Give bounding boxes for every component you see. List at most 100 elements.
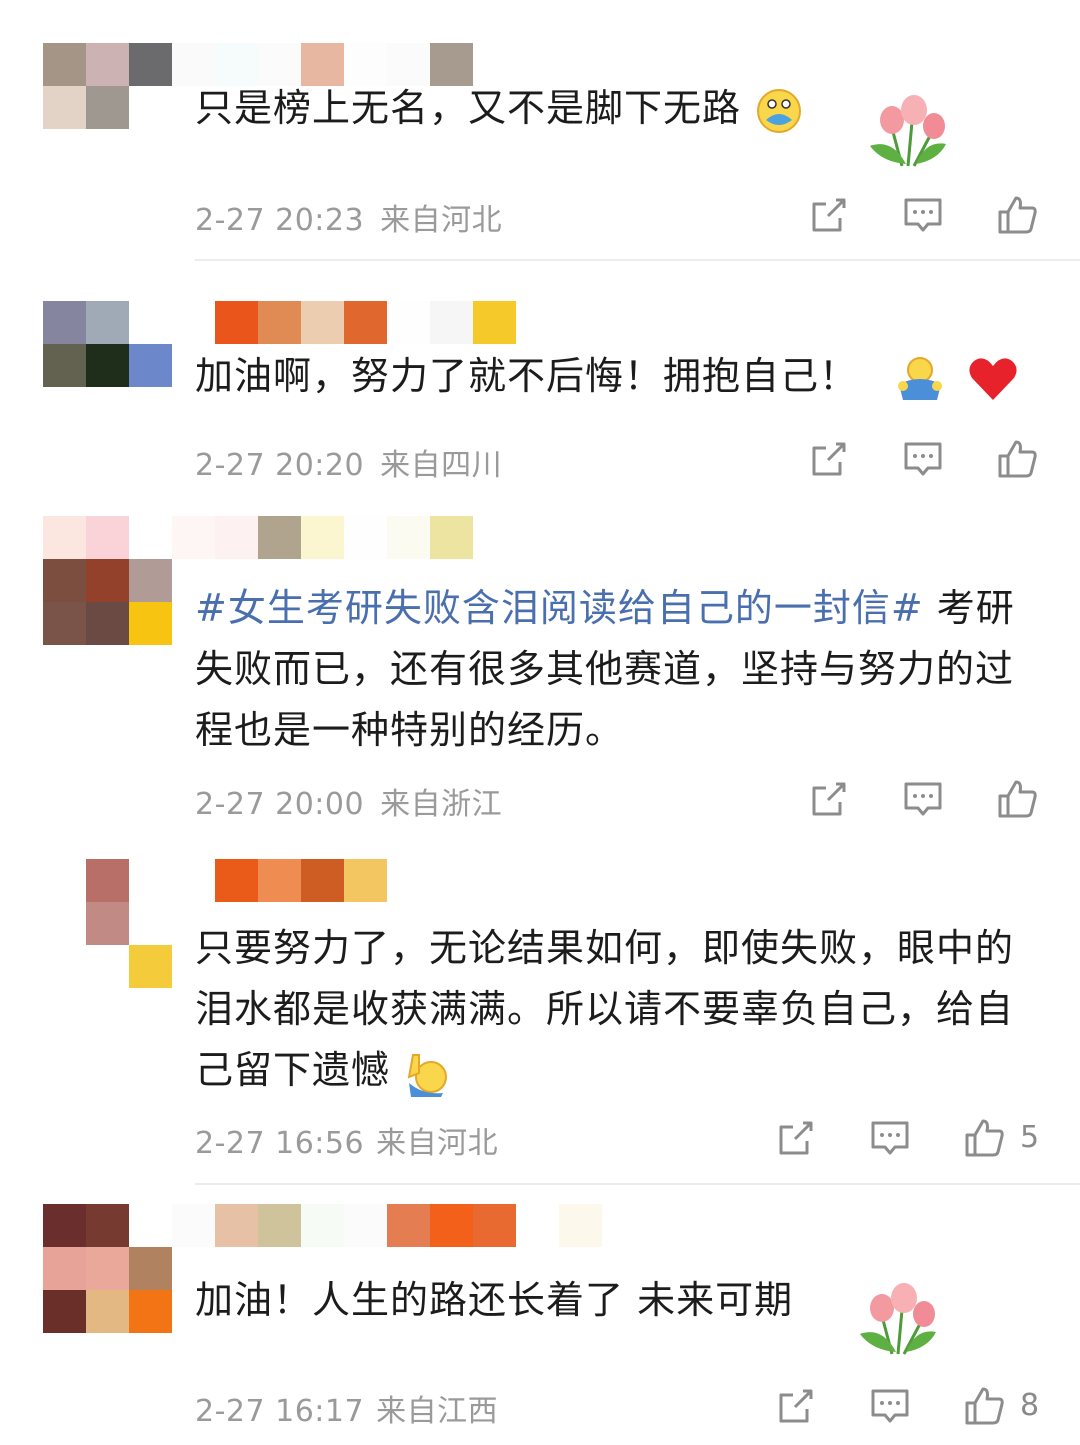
avatar-pixel	[86, 1247, 129, 1290]
comment-location: 来自四川	[380, 448, 503, 483]
share-icon[interactable]	[773, 1383, 819, 1429]
avatar[interactable]	[43, 43, 172, 172]
like-icon[interactable]	[961, 1115, 1007, 1161]
avatar-pixel	[129, 902, 172, 945]
avatar-pixel	[86, 344, 129, 387]
username-pixel	[387, 1204, 430, 1247]
username-mosaic[interactable]	[172, 516, 473, 559]
share-icon[interactable]	[773, 1115, 819, 1161]
share-icon[interactable]	[806, 776, 852, 822]
username-pixel	[473, 301, 516, 344]
comment-location: 来自河北	[376, 1126, 499, 1161]
avatar-pixel	[129, 387, 172, 430]
avatar-pixel	[43, 1204, 86, 1247]
username-pixel	[172, 516, 215, 559]
avatar-pixel	[129, 43, 172, 86]
avatar[interactable]	[43, 516, 172, 645]
avatar-pixel	[129, 1247, 172, 1290]
avatar-pixel	[43, 301, 86, 344]
avatar[interactable]	[43, 1204, 172, 1333]
like-icon[interactable]	[961, 1383, 1007, 1429]
avatar-pixel	[86, 86, 129, 129]
hashtag-link[interactable]: #女生考研失败含泪阅读给自己的一封信#	[195, 586, 924, 630]
avatar-pixel	[129, 129, 172, 172]
username-pixel	[215, 1204, 258, 1247]
avatar-pixel	[129, 1204, 172, 1247]
username-pixel	[559, 1204, 602, 1247]
comment-location: 来自浙江	[380, 787, 503, 822]
avatar-pixel	[43, 945, 86, 988]
avatar-pixel	[43, 1247, 86, 1290]
avatar-pixel	[86, 559, 129, 602]
username-pixel	[258, 1204, 301, 1247]
like-icon[interactable]	[994, 192, 1040, 238]
avatar-pixel	[43, 1290, 86, 1333]
username-pixel	[430, 516, 473, 559]
comment-actions	[806, 436, 1046, 486]
avatar-pixel	[86, 1290, 129, 1333]
comment-icon[interactable]	[867, 1383, 913, 1429]
comment-icon[interactable]	[900, 192, 946, 238]
comment-actions: 5	[773, 1115, 1043, 1165]
avatar-pixel	[86, 301, 129, 344]
username-pixel	[301, 1204, 344, 1247]
username-pixel	[215, 516, 258, 559]
avatar[interactable]	[43, 301, 172, 430]
avatar-pixel	[86, 902, 129, 945]
like-icon[interactable]	[994, 776, 1040, 822]
username-pixel	[387, 301, 430, 344]
comment-icon[interactable]	[867, 1115, 913, 1161]
username-pixel	[344, 1204, 387, 1247]
username-pixel	[215, 859, 258, 902]
avatar-pixel	[129, 602, 172, 645]
username-pixel	[301, 301, 344, 344]
like-icon[interactable]	[994, 436, 1040, 482]
comment-meta: 2-27 20:00 来自浙江	[195, 779, 502, 823]
username-pixel	[473, 1204, 516, 1247]
share-icon[interactable]	[806, 436, 852, 482]
username-pixel	[430, 1204, 473, 1247]
share-icon[interactable]	[806, 192, 852, 238]
avatar-pixel	[129, 859, 172, 902]
username-pixel	[430, 301, 473, 344]
avatar-pixel	[129, 516, 172, 559]
username-pixel	[344, 516, 387, 559]
comment-body: 只是榜上无名，又不是脚下无路	[195, 86, 742, 130]
comment-meta: 2-27 16:56 来自河北	[195, 1118, 498, 1162]
comment-meta: 2-27 20:23 来自河北	[195, 195, 502, 239]
comment-meta: 2-27 20:20 来自四川	[195, 440, 502, 484]
comment-time: 2-27 20:23	[195, 203, 365, 238]
comment-actions	[806, 776, 1046, 826]
avatar-pixel	[43, 86, 86, 129]
comment-time: 2-27 16:17	[195, 1394, 365, 1429]
username-pixel	[301, 859, 344, 902]
comment-text: 加油啊，努力了就不后悔！拥抱自己！	[195, 346, 1045, 407]
username-pixel	[258, 301, 301, 344]
avatar[interactable]	[43, 859, 172, 988]
avatar-pixel	[129, 301, 172, 344]
username-pixel	[344, 301, 387, 344]
comment-icon[interactable]	[900, 436, 946, 482]
avatar-pixel	[129, 86, 172, 129]
tulip-bouquet	[860, 1283, 936, 1355]
avatar-pixel	[43, 43, 86, 86]
avatar-pixel	[86, 387, 129, 430]
username-pixel	[516, 1204, 559, 1247]
avatar-pixel	[43, 516, 86, 559]
username-mosaic[interactable]	[172, 859, 387, 902]
avatar-pixel	[86, 516, 129, 559]
avatar-pixel	[43, 559, 86, 602]
comment-body: 加油！人生的路还长着了 未来可期	[195, 1278, 794, 1322]
red-heart-emoji	[969, 357, 1017, 400]
comment-body: 只要努力了，无论结果如何，即使失败，眼中的泪水都是收获满满。所以请不要辜负自己，…	[195, 926, 1015, 1092]
username-pixel	[172, 859, 215, 902]
comment-meta: 2-27 16:17 来自江西	[195, 1386, 498, 1430]
username-mosaic[interactable]	[172, 1204, 602, 1247]
comment-icon[interactable]	[900, 776, 946, 822]
comment-time: 2-27 20:20	[195, 448, 365, 483]
username-mosaic[interactable]	[172, 301, 516, 344]
divider	[195, 259, 1080, 261]
avatar-pixel	[129, 559, 172, 602]
avatar-pixel	[43, 344, 86, 387]
comment-time: 2-27 20:00	[195, 787, 365, 822]
